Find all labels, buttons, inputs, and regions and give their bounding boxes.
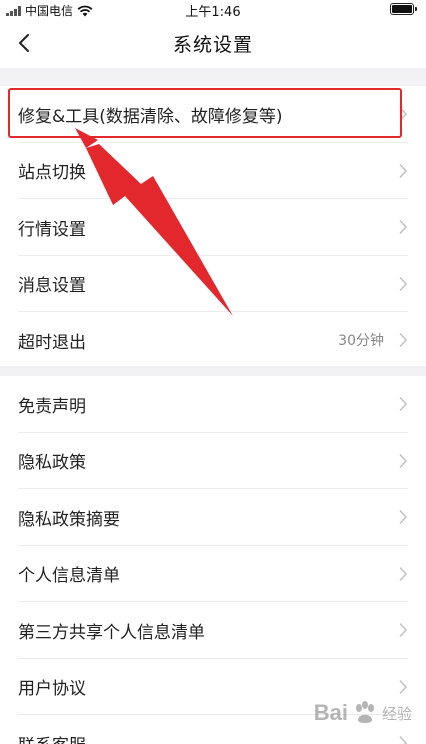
setting-item-message-settings[interactable]: 消息设置 [0,256,426,313]
battery-icon [390,3,417,15]
chevron-right-icon [399,220,408,235]
setting-item-site-switch[interactable]: 站点切换 [0,143,426,200]
settings-group-primary: 修复&工具(数据清除、故障修复等) 站点切换 行情设置 消息设置 超时退出 30… [0,86,426,366]
setting-item-privacy-policy[interactable]: 隐私政策 [0,433,426,490]
setting-label: 个人信息清单 [18,566,120,587]
chevron-right-icon [399,566,408,581]
chevron-right-icon [399,397,408,412]
chevron-right-icon [399,736,408,744]
chevron-right-icon [399,453,408,468]
nav-bar: 系统设置 [0,18,426,68]
chevron-right-icon [399,333,408,348]
setting-label: 免责声明 [18,396,86,417]
setting-label: 隐私政策 [18,453,86,474]
setting-item-personal-info-list[interactable]: 个人信息清单 [0,546,426,603]
chevron-right-icon [399,623,408,638]
setting-label: 超时退出 [18,332,86,353]
setting-label: 修复&工具(数据清除、故障修复等) [18,106,283,127]
setting-label: 消息设置 [18,276,86,297]
setting-item-repair-tools[interactable]: 修复&工具(数据清除、故障修复等) [0,86,426,143]
setting-label: 站点切换 [18,163,86,184]
setting-item-timeout-logout[interactable]: 超时退出 30分钟 [0,312,426,369]
setting-label: 隐私政策摘要 [18,509,120,530]
paw-icon [355,701,374,723]
chevron-right-icon [399,679,408,694]
chevron-right-icon [399,510,408,525]
status-bar: 中国电信 上午1:46 [0,0,426,20]
setting-item-privacy-summary[interactable]: 隐私政策摘要 [0,489,426,546]
setting-label: 联系客服 [18,731,86,744]
chevron-right-icon [399,163,408,178]
chevron-right-icon [399,276,408,291]
setting-item-market-settings[interactable]: 行情设置 [0,199,426,256]
settings-screen: 中国电信 上午1:46 系统设置 修复&工具(数据清除、故障修复等) 站点切换 … [0,0,426,744]
chevron-right-icon [399,107,408,122]
chevron-left-icon[interactable] [14,32,36,54]
setting-item-disclaimer[interactable]: 免责声明 [0,376,426,433]
setting-label: 行情设置 [18,219,86,240]
page-title: 系统设置 [172,34,253,56]
setting-label: 第三方共享个人信息清单 [18,622,205,643]
settings-group-legal: 免责声明 隐私政策 隐私政策摘要 个人信息清单 第三方共享个人信息清单 用户协议… [0,376,426,744]
setting-item-third-party-sharing[interactable]: 第三方共享个人信息清单 [0,602,426,659]
timeout-value: 30分钟 [338,333,384,350]
setting-label: 用户协议 [18,679,86,700]
watermark-logo: Bai 经验 [313,700,412,725]
